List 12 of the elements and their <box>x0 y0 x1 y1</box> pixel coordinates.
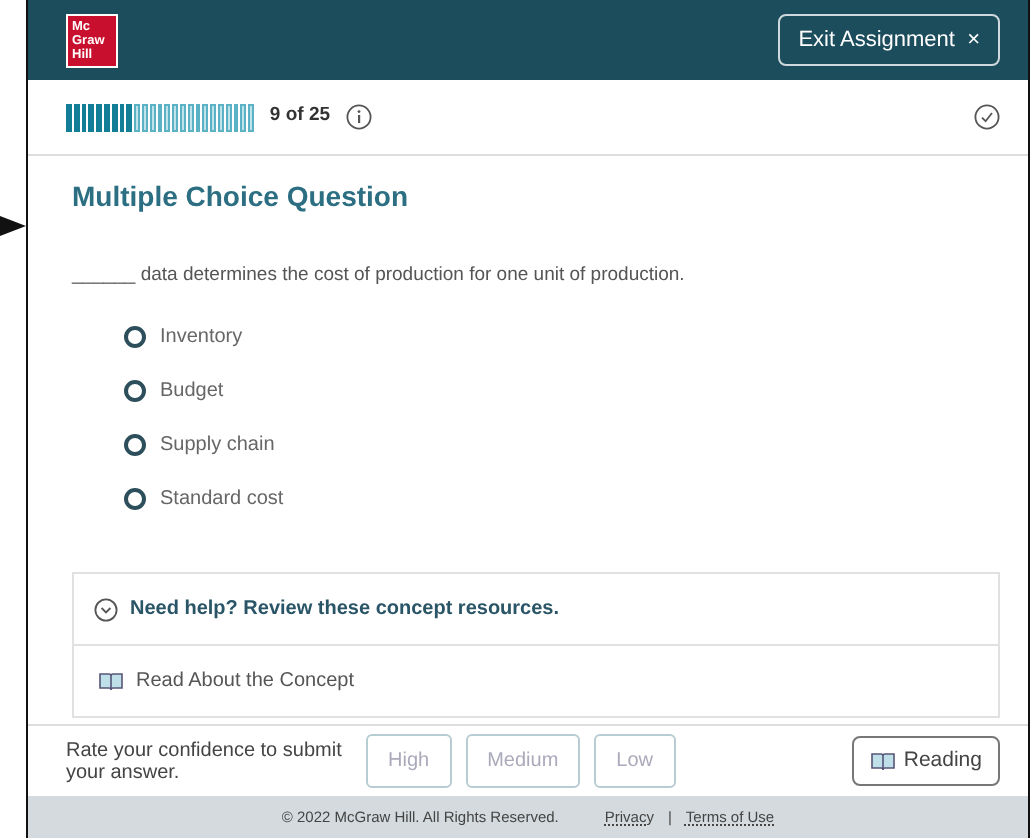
confidence-prompt: Rate your confidence to submit your answer. <box>66 739 344 783</box>
reading-button[interactable]: Reading <box>851 735 1000 787</box>
concept-resource-link[interactable]: Read About the Concept <box>74 646 998 717</box>
answer-option[interactable]: Inventory <box>124 322 1028 353</box>
question-type-title: Multiple Choice Question <box>72 178 411 216</box>
question-text: ______ data determines the cost of production for one unit of production. <box>72 262 687 290</box>
answer-option[interactable]: Budget <box>124 376 1028 407</box>
exit-assignment-button[interactable]: Exit Assignment × <box>778 13 1000 67</box>
help-toggle[interactable]: Need help? Review these concept resources. <box>74 574 998 647</box>
progress-count: 9 of 25 <box>269 102 331 131</box>
answer-option[interactable]: Supply chain <box>124 430 1028 461</box>
answer-option[interactable]: Standard cost <box>124 484 1028 515</box>
